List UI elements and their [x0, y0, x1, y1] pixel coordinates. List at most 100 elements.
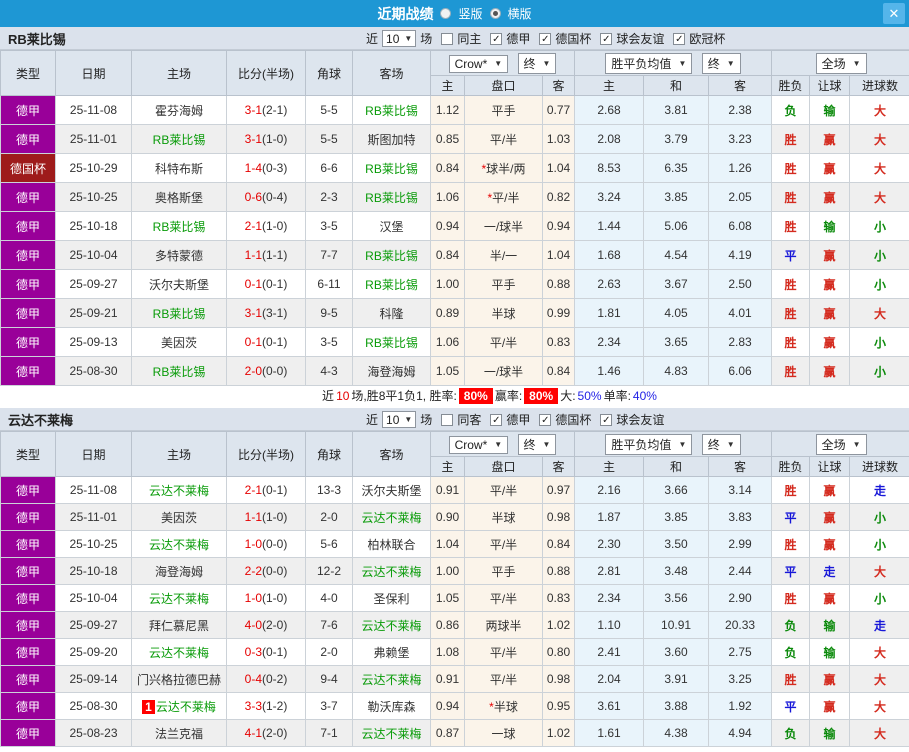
league-filter-checkbox[interactable]: ✓: [600, 413, 613, 426]
avg-lose: 2.99: [708, 530, 773, 558]
chevron-down-icon: ▼: [404, 415, 413, 424]
score: 3-1(2-1): [226, 95, 306, 125]
result-handicap: 输: [809, 638, 851, 666]
match-row: 德甲 25-11-01 美因茨 1-1(1-0) 2-0 云达不莱梅 0.90 半球 0.98 1…: [0, 503, 909, 531]
avg-time-dropdown[interactable]: 终 ▼: [701, 52, 741, 74]
league-filter-label: 欧冠杯: [689, 32, 726, 46]
match-count-select[interactable]: 10 ▼: [382, 411, 417, 428]
bookmaker-dropdown[interactable]: Crow* ▼: [448, 435, 509, 454]
handicap-line: *平/半: [464, 182, 543, 212]
league-filter-checkbox[interactable]: ✓: [539, 32, 552, 45]
avg-lose: 2.83: [708, 327, 773, 357]
result-handicap: 赢: [809, 269, 851, 299]
result-winloss: 负: [771, 719, 811, 747]
league-filter-label: 球会友谊: [616, 32, 665, 46]
handicap-line: 一/球半: [464, 356, 543, 386]
col-date: 日期: [55, 50, 132, 96]
subcol-odds-home: 主: [430, 456, 465, 477]
match-row: 德甲 25-09-14 门兴格拉德巴赫 0-4(0-2) 9-4 云达不莱梅 0.91 平/半…: [0, 665, 909, 693]
close-icon[interactable]: ✕: [883, 3, 905, 24]
match-count-select[interactable]: 10 ▼: [382, 30, 417, 47]
handicap-text: 半球: [493, 699, 518, 714]
match-date: 25-10-18: [55, 557, 132, 585]
team-name: RB莱比锡: [8, 31, 66, 47]
league-filter-checkbox[interactable]: ✓: [490, 32, 503, 45]
odds-away: 0.88: [541, 269, 576, 299]
league-filter-checkbox[interactable]: ✓: [600, 32, 613, 45]
match-row: 德甲 25-10-25 云达不莱梅 1-0(0-0) 5-6 柏林联合 1.04 平/半 0.8…: [0, 530, 909, 558]
league-badge: 德甲: [0, 665, 56, 693]
result-goals: 小: [849, 327, 909, 357]
near-label: 近: [366, 413, 379, 427]
result-goals: 大: [849, 95, 909, 125]
titlebar: 近期战绩 竖版 横版 ✕: [0, 0, 909, 27]
away-team: 云达不莱梅: [352, 665, 431, 693]
avg-dropdown[interactable]: 胜平负均值 ▼: [605, 433, 693, 455]
vertical-layout-radio[interactable]: [440, 8, 452, 19]
fulltime-score: 4-1: [244, 726, 262, 740]
league-filter-checkbox[interactable]: ✓: [673, 32, 686, 45]
avg-draw: 3.65: [643, 327, 710, 357]
scope-dropdown[interactable]: 全场 ▼: [815, 52, 867, 74]
score: 0-6(0-4): [226, 182, 306, 212]
away-team: 科隆: [352, 298, 431, 328]
handicap-text: 球半/两: [486, 161, 526, 176]
away-team: 斯图加特: [352, 124, 431, 154]
odds-away: 1.04: [541, 240, 576, 270]
fulltime-score: 0-3: [244, 645, 262, 659]
subcol-avg-win: 主: [574, 75, 645, 96]
corner-count: 4-3: [305, 356, 353, 386]
result-handicap: 输: [809, 95, 851, 125]
match-date: 25-10-25: [55, 182, 132, 212]
home-team: 科特布斯: [131, 153, 227, 183]
scope-group-header: 全场 ▼: [771, 50, 909, 76]
match-row: 德甲 25-11-08 霍芬海姆 3-1(2-1) 5-5 RB莱比锡 1.12 平手 0.77…: [0, 95, 909, 125]
avg-draw: 3.66: [643, 476, 710, 504]
corner-count: 2-3: [305, 182, 353, 212]
match-row: 德甲 25-09-21 RB莱比锡 3-1(3-1) 9-5 科隆 0.89 半球 0.99 1.…: [0, 298, 909, 328]
col-home: 主场: [131, 50, 227, 96]
chevron-down-icon: ▼: [678, 58, 687, 68]
match-count-value: 10: [386, 31, 400, 46]
odds-time-dropdown[interactable]: 终 ▼: [517, 433, 557, 455]
bookmaker-dropdown[interactable]: Crow* ▼: [448, 54, 509, 73]
odds-away: 1.02: [541, 611, 576, 639]
odds-home: 1.05: [430, 356, 465, 386]
fulltime-score: 0-4: [244, 672, 262, 686]
league-filter-checkbox[interactable]: ✓: [539, 413, 552, 426]
home-team: RB莱比锡: [131, 356, 227, 386]
home-team: RB莱比锡: [131, 124, 227, 154]
horizontal-layout-radio[interactable]: [489, 8, 501, 19]
league-badge: 德甲: [0, 298, 56, 328]
odds-time-dropdown[interactable]: 终 ▼: [517, 52, 557, 74]
result-winloss: 胜: [771, 298, 811, 328]
league-filter-checkbox[interactable]: ✓: [490, 413, 503, 426]
match-row: 德甲 25-08-30 1 云达不莱梅 3-3(1-2) 3-7 勒沃库森 0.94 *半球 0.…: [0, 692, 909, 720]
avg-lose: 2.75: [708, 638, 773, 666]
avg-dropdown-value: 胜平负均值: [611, 437, 672, 452]
halftime-score: (1-0): [262, 219, 288, 233]
avg-dropdown[interactable]: 胜平负均值 ▼: [605, 52, 693, 74]
away-team-name: 科隆: [379, 306, 404, 321]
avg-time-dropdown-value: 终: [707, 56, 720, 71]
scope-dropdown-value: 全场: [821, 56, 846, 71]
odds-home: 1.00: [430, 269, 465, 299]
result-winloss: 胜: [771, 182, 811, 212]
match-count-value: 10: [386, 412, 400, 427]
handicap-line: 两球半: [464, 611, 543, 639]
same-venue-checkbox[interactable]: [441, 32, 454, 45]
col-type: 类型: [0, 50, 56, 96]
handicap-line: 平手: [464, 557, 543, 585]
odds-home: 1.12: [430, 95, 465, 125]
same-venue-checkbox[interactable]: [441, 413, 454, 426]
away-team-name: 柏林联合: [367, 537, 416, 552]
avg-time-dropdown[interactable]: 终 ▼: [701, 433, 741, 455]
avg-lose: 6.06: [708, 356, 773, 386]
avg-lose: 2.44: [708, 557, 773, 585]
scope-dropdown[interactable]: 全场 ▼: [815, 433, 867, 455]
avg-draw: 10.91: [643, 611, 710, 639]
corner-count: 3-7: [305, 692, 353, 720]
corner-count: 5-5: [305, 124, 353, 154]
odds-away: 0.88: [541, 557, 576, 585]
halftime-score: (2-0): [262, 618, 288, 632]
